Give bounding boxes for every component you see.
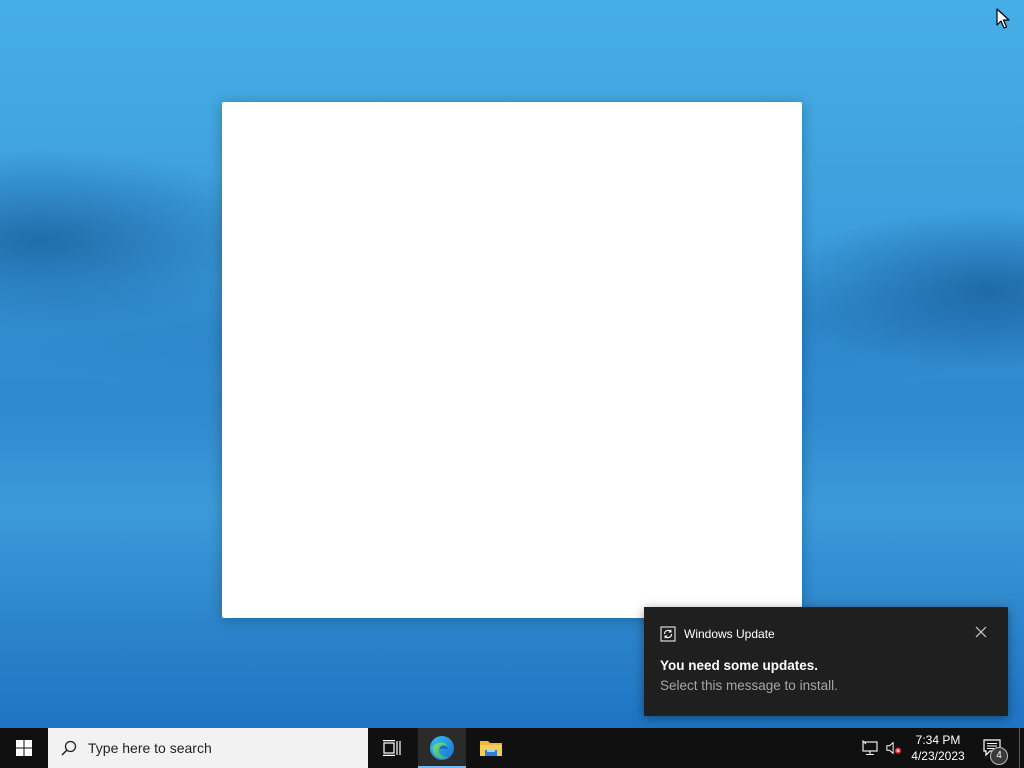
task-view-button[interactable] — [368, 728, 416, 768]
search-placeholder: Type here to search — [88, 740, 212, 756]
volume-muted-icon[interactable] — [886, 740, 902, 756]
clock-time: 7:34 PM — [915, 733, 961, 747]
notification-toast[interactable]: Windows Update You need some updates. Se… — [644, 607, 1008, 716]
file-explorer-button[interactable] — [467, 728, 515, 768]
blank-app-window[interactable] — [222, 102, 802, 618]
windows-logo-icon — [16, 740, 32, 756]
system-clock[interactable]: 7:34 PM 4/23/2023 — [906, 732, 970, 764]
mouse-cursor-icon — [996, 8, 1010, 29]
show-desktop-button[interactable] — [1019, 728, 1024, 768]
search-box[interactable]: Type here to search — [48, 728, 368, 768]
toast-title: You need some updates. — [660, 658, 819, 673]
start-button[interactable] — [0, 728, 48, 768]
clock-date: 4/23/2023 — [911, 749, 965, 763]
toast-app-name: Windows Update — [684, 627, 775, 641]
task-view-icon — [383, 740, 401, 756]
network-icon[interactable] — [862, 740, 878, 756]
search-icon — [61, 740, 77, 756]
close-icon[interactable] — [974, 625, 988, 639]
toast-header: Windows Update — [660, 626, 775, 642]
refresh-icon — [660, 626, 676, 642]
edge-taskbar-button[interactable] — [418, 728, 466, 768]
folder-icon — [480, 741, 502, 756]
toast-body: Select this message to install. — [660, 678, 838, 693]
edge-icon — [430, 736, 454, 760]
taskbar: Type here to search 7:34 PM 4/23/2023 4 — [0, 728, 1024, 768]
notification-count-badge: 4 — [990, 747, 1008, 765]
